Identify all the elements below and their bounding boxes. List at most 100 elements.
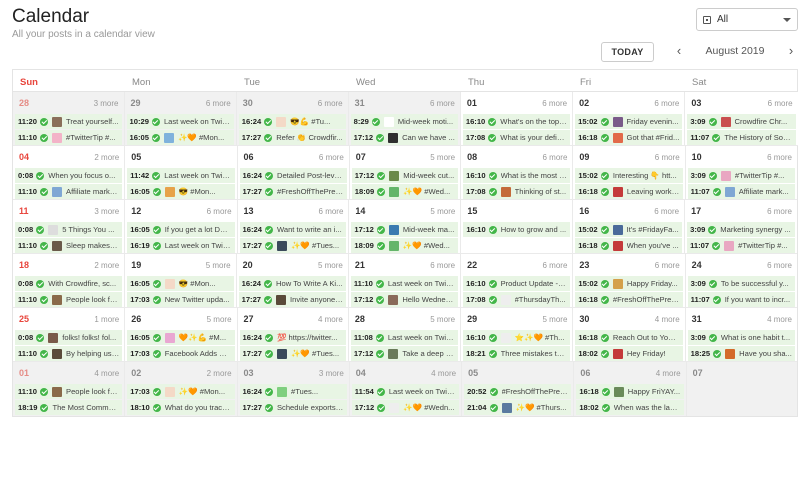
more-posts-link[interactable]: 6 more [430,261,455,270]
scheduled-post[interactable]: 17:27 Invite anyone ... [238,292,346,307]
scheduled-post[interactable]: 16:18 When you've ... [575,238,683,253]
scheduled-post[interactable]: 3:09 #TwitterTip #... [687,168,795,183]
more-posts-link[interactable]: 5 more [430,207,455,216]
more-posts-link[interactable]: 5 more [206,261,231,270]
scheduled-post[interactable]: 16:24 💯 https://twitter... [239,330,346,345]
scheduled-post[interactable]: 11:07 #TwitterTip #... [687,238,795,253]
more-posts-link[interactable]: 4 more [656,369,681,378]
scheduled-post[interactable]: 17:27 ✨🧡 #Tues... [239,238,347,253]
calendar-day[interactable]: 31 6 more 8:29 Mid-week moti... 17:12 Can we … [348,92,461,146]
calendar-day[interactable]: 01 4 more 11:10 People look fo... 18:19 The M… [13,362,126,416]
calendar-day[interactable]: 05 20:52 #FreshOffThePres... 21:04 ✨🧡 #Thurs… [462,362,575,416]
scheduled-post[interactable]: 16:05 😎 #Mon... [127,276,234,291]
scheduled-post[interactable]: 16:10 Product Update - I... [463,276,571,291]
scheduled-post[interactable]: 0:08 folks! folks! fol... [15,330,123,345]
scheduled-post[interactable]: 17:12 ✨🧡 #Wedn... [351,400,460,415]
scheduled-post[interactable]: 16:05 😎 #Mon... [127,184,235,199]
more-posts-link[interactable]: 3 more [94,99,119,108]
scheduled-post[interactable]: 21:04 ✨🧡 #Thurs... [464,400,572,415]
scheduled-post[interactable]: 0:08 With Crowdfire, sc... [15,276,123,291]
scheduled-post[interactable]: 18:02 Hey Friday! [575,346,683,361]
scheduled-post[interactable]: 16:18 Got that #Frid... [575,130,683,145]
calendar-day[interactable]: 10 6 more 3:09 #TwitterTip #... 11:07 Affilia… [685,146,797,200]
more-posts-link[interactable]: 6 more [654,207,679,216]
scheduled-post[interactable]: 16:10 What's on the top ... [462,114,571,129]
scheduled-post[interactable]: 16:18 #FreshOffThePres... [575,292,683,307]
calendar-day[interactable]: 04 4 more 11:54 Last week on Twitt... 17:12 ✨… [349,362,463,416]
more-posts-link[interactable]: 6 more [768,99,793,108]
calendar-day[interactable]: 02 6 more 15:02 Friday evenin... 16:18 Got th… [573,92,686,146]
scheduled-post[interactable]: 3:09 To be successful y... [687,276,795,291]
scheduled-post[interactable]: 3:09 What is one habit t... [687,330,795,345]
scheduled-post[interactable]: 18:10 What do you track... [127,400,235,415]
scheduled-post[interactable]: 17:27 #FreshOffThePres... [239,184,347,199]
calendar-day[interactable]: 03 3 more 16:24 #Tues... 17:27 Schedule expor… [237,362,350,416]
scheduled-post[interactable]: 8:29 Mid-week moti... [350,114,458,129]
scheduled-post[interactable]: 18:09 ✨🧡 #Wed... [351,238,459,253]
next-month-icon[interactable]: › [784,44,798,60]
scheduled-post[interactable]: 17:12 Can we have ... [350,130,458,145]
scheduled-post[interactable]: 18:02 When was the last... [576,400,684,415]
calendar-day[interactable]: 21 6 more 11:10 Last week on Twitt... 17:12 H… [348,254,462,308]
more-posts-link[interactable]: 6 more [767,153,792,162]
scheduled-post[interactable]: 11:54 Last week on Twitt... [351,384,460,399]
scheduled-post[interactable]: 11:10 #TwitterTip #... [15,130,122,145]
more-posts-link[interactable]: 6 more [319,207,344,216]
more-posts-link[interactable]: 6 more [207,207,232,216]
calendar-day[interactable]: 02 2 more 17:03 ✨🧡 #Mon... 18:10 What do you … [125,362,238,416]
scheduled-post[interactable]: 3:09 Marketing synergy ... [687,222,795,237]
more-posts-link[interactable]: 5 more [543,315,568,324]
calendar-day[interactable]: 18 2 more 0:08 With Crowdfire, sc... 11:10 Pe… [13,254,126,308]
more-posts-link[interactable]: 3 more [94,207,119,216]
scheduled-post[interactable]: 11:10 Last week on Twitt... [350,276,459,291]
calendar-day[interactable]: 11 3 more 0:08 5 Things You ... 11:10 Sleep m… [13,200,126,254]
scheduled-post[interactable]: 17:27 Schedule exports ... [239,400,347,415]
scheduled-post[interactable]: 0:08 5 Things You ... [15,222,123,237]
more-posts-link[interactable]: 4 more [655,315,680,324]
scheduled-post[interactable]: 16:24 Want to write an i... [239,222,347,237]
calendar-day[interactable]: 28 5 more 11:08 Last week on Twitt... 17:12 T… [348,308,462,362]
more-posts-link[interactable]: 2 more [207,369,232,378]
more-posts-link[interactable]: 5 more [430,153,455,162]
more-posts-link[interactable]: 6 more [430,99,455,108]
scheduled-post[interactable]: 11:08 Last week on Twitt... [350,330,459,345]
calendar-day[interactable]: 25 1 more 0:08 folks! folks! fol... 11:10 By … [13,308,126,362]
more-posts-link[interactable]: 1 more [94,315,119,324]
more-posts-link[interactable]: 6 more [767,261,792,270]
more-posts-link[interactable]: 4 more [431,369,456,378]
scheduled-post[interactable]: 18:19 The Most Common... [15,400,123,415]
more-posts-link[interactable]: 5 more [318,261,343,270]
calendar-day[interactable]: 20 5 more 16:24 How To Write A Ki... 17:27 In… [236,254,349,308]
scheduled-post[interactable]: 18:25 Have you sha... [687,346,795,361]
scheduled-post[interactable]: 15:02 Friday evenin... [575,114,683,129]
scheduled-post[interactable]: 0:08 When you focus o... [15,168,123,183]
more-posts-link[interactable]: 6 more [318,99,343,108]
more-posts-link[interactable]: 6 more [767,207,792,216]
calendar-day[interactable]: 28 3 more 11:20 Treat yourself... 11:10 #Twit… [13,92,125,146]
scheduled-post[interactable]: 10:29 Last week on Twitt... [126,114,234,129]
more-posts-link[interactable]: 6 more [319,153,344,162]
scheduled-post[interactable]: 16:10 What is the most c... [463,168,571,183]
calendar-day[interactable]: 16 6 more 15:02 It's #FridayFa... 16:18 When … [573,200,686,254]
scheduled-post[interactable]: 16:05 ✨🧡 #Mon... [126,130,234,145]
calendar-day[interactable]: 26 5 more 16:05 🧡✨💪 #M... 17:03 Facebook Adds… [125,308,238,362]
scheduled-post[interactable]: 17:03 Facebook Adds M... [127,346,235,361]
calendar-day[interactable]: 09 6 more 15:02 Interesting 👇 htt... 16:18 Le… [573,146,686,200]
scheduled-post[interactable]: 16:18 Happy FriYAY... [576,384,684,399]
scheduled-post[interactable]: 16:24 #Tues... [239,384,347,399]
scheduled-post[interactable]: 16:05 🧡✨💪 #M... [127,330,235,345]
calendar-day[interactable]: 22 6 more 16:10 Product Update - I... 17:08 #… [461,254,574,308]
prev-month-icon[interactable]: ‹ [672,44,686,60]
more-posts-link[interactable]: 6 more [655,153,680,162]
scheduled-post[interactable]: 16:18 Leaving work ... [575,184,683,199]
scheduled-post[interactable]: 15:02 Happy Friday... [575,276,683,291]
scheduled-post[interactable]: 16:24 😎💪 #Tu... [238,114,346,129]
scheduled-post[interactable]: 11:07 The History of Soci... [687,130,796,145]
more-posts-link[interactable]: 6 more [543,153,568,162]
calendar-day[interactable]: 07 [686,362,797,416]
scheduled-post[interactable]: 17:27 Refer 👏 Crowdfir... [238,130,346,145]
calendar-day[interactable]: 30 6 more 16:24 😎💪 #Tu... 17:27 Refer 👏 Crowd… [236,92,349,146]
more-posts-link[interactable]: 4 more [94,369,119,378]
more-posts-link[interactable]: 6 more [543,261,568,270]
calendar-day[interactable]: 19 5 more 16:05 😎 #Mon... 17:03 New Twitter u… [125,254,237,308]
